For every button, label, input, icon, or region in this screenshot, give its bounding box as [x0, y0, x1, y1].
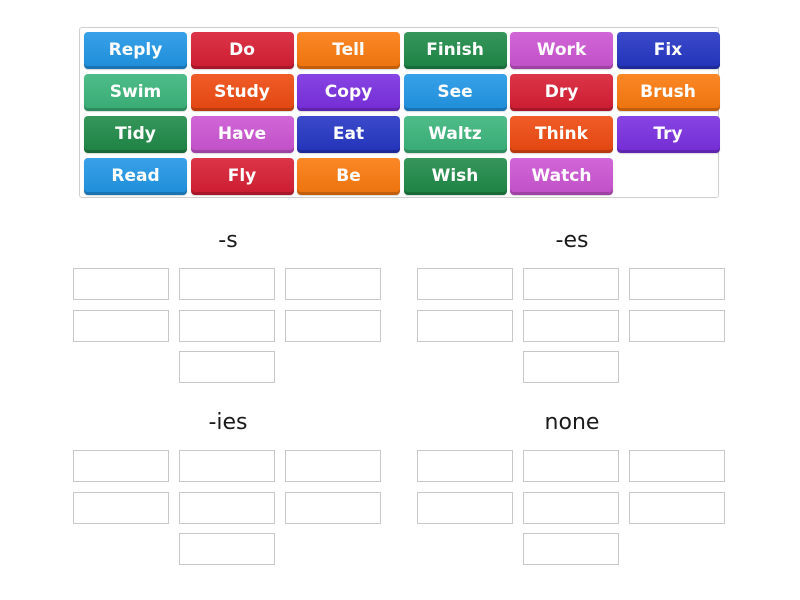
drop-slot[interactable] — [523, 492, 619, 524]
drop-slot[interactable] — [629, 450, 725, 482]
group-title: -s — [218, 228, 238, 253]
drop-slot[interactable] — [523, 268, 619, 300]
word-tile[interactable]: Reply — [84, 32, 187, 69]
drop-slot[interactable] — [73, 268, 169, 300]
word-tile[interactable]: Fly — [190, 158, 294, 195]
drop-slot[interactable] — [417, 492, 513, 524]
drop-slot[interactable] — [523, 450, 619, 482]
word-tile[interactable]: Eat — [297, 116, 400, 153]
drop-slot[interactable] — [417, 268, 513, 300]
drop-slot[interactable] — [179, 450, 275, 482]
drop-slot[interactable] — [179, 492, 275, 524]
word-tile[interactable]: Read — [84, 158, 187, 195]
word-tile[interactable]: See — [403, 74, 507, 111]
word-tile[interactable]: Try — [616, 116, 720, 153]
drop-slot[interactable] — [179, 310, 275, 342]
group-title: none — [544, 410, 600, 435]
word-tile[interactable]: Have — [190, 116, 294, 153]
drop-slot[interactable] — [73, 310, 169, 342]
drop-slot[interactable] — [285, 268, 381, 300]
word-tile[interactable]: Tidy — [84, 116, 187, 153]
drop-slot[interactable] — [417, 310, 513, 342]
word-tile[interactable]: Think — [510, 116, 613, 153]
word-tile[interactable]: Study — [190, 74, 294, 111]
drop-slot[interactable] — [179, 351, 275, 383]
drop-slot[interactable] — [285, 450, 381, 482]
word-tile[interactable]: Fix — [616, 32, 720, 69]
word-tile[interactable]: Waltz — [403, 116, 507, 153]
drop-slot[interactable] — [523, 533, 619, 565]
drop-slot[interactable] — [523, 310, 619, 342]
word-tile[interactable]: Swim — [84, 74, 187, 111]
word-tile-tray: Reply Do Tell Finish Work Fix Swim Study Copy See… — [79, 27, 720, 198]
drop-slot[interactable] — [73, 450, 169, 482]
group-title: -es — [555, 228, 589, 253]
group-title: -ies — [208, 410, 248, 435]
word-tile[interactable]: Do — [190, 32, 294, 69]
drop-slot[interactable] — [285, 310, 381, 342]
group-sort-activity: Reply Do Tell Finish Work Fix Swim Study Copy See… — [0, 0, 800, 600]
drop-slot[interactable] — [179, 268, 275, 300]
word-tile[interactable]: Watch — [510, 158, 613, 195]
drop-slot[interactable] — [523, 351, 619, 383]
drop-slot[interactable] — [417, 450, 513, 482]
drop-slot[interactable] — [629, 492, 725, 524]
drop-slot[interactable] — [629, 310, 725, 342]
word-tile[interactable]: Dry — [510, 74, 613, 111]
word-tile[interactable]: Brush — [616, 74, 720, 111]
drop-slot[interactable] — [629, 268, 725, 300]
word-tile[interactable]: Work — [510, 32, 613, 69]
word-tile[interactable]: Wish — [403, 158, 507, 195]
drop-slot[interactable] — [179, 533, 275, 565]
drop-slot[interactable] — [285, 492, 381, 524]
word-tile[interactable]: Finish — [403, 32, 507, 69]
drop-slot[interactable] — [73, 492, 169, 524]
word-tile[interactable]: Be — [297, 158, 400, 195]
word-tile[interactable]: Tell — [297, 32, 400, 69]
word-tile[interactable]: Copy — [297, 74, 400, 111]
